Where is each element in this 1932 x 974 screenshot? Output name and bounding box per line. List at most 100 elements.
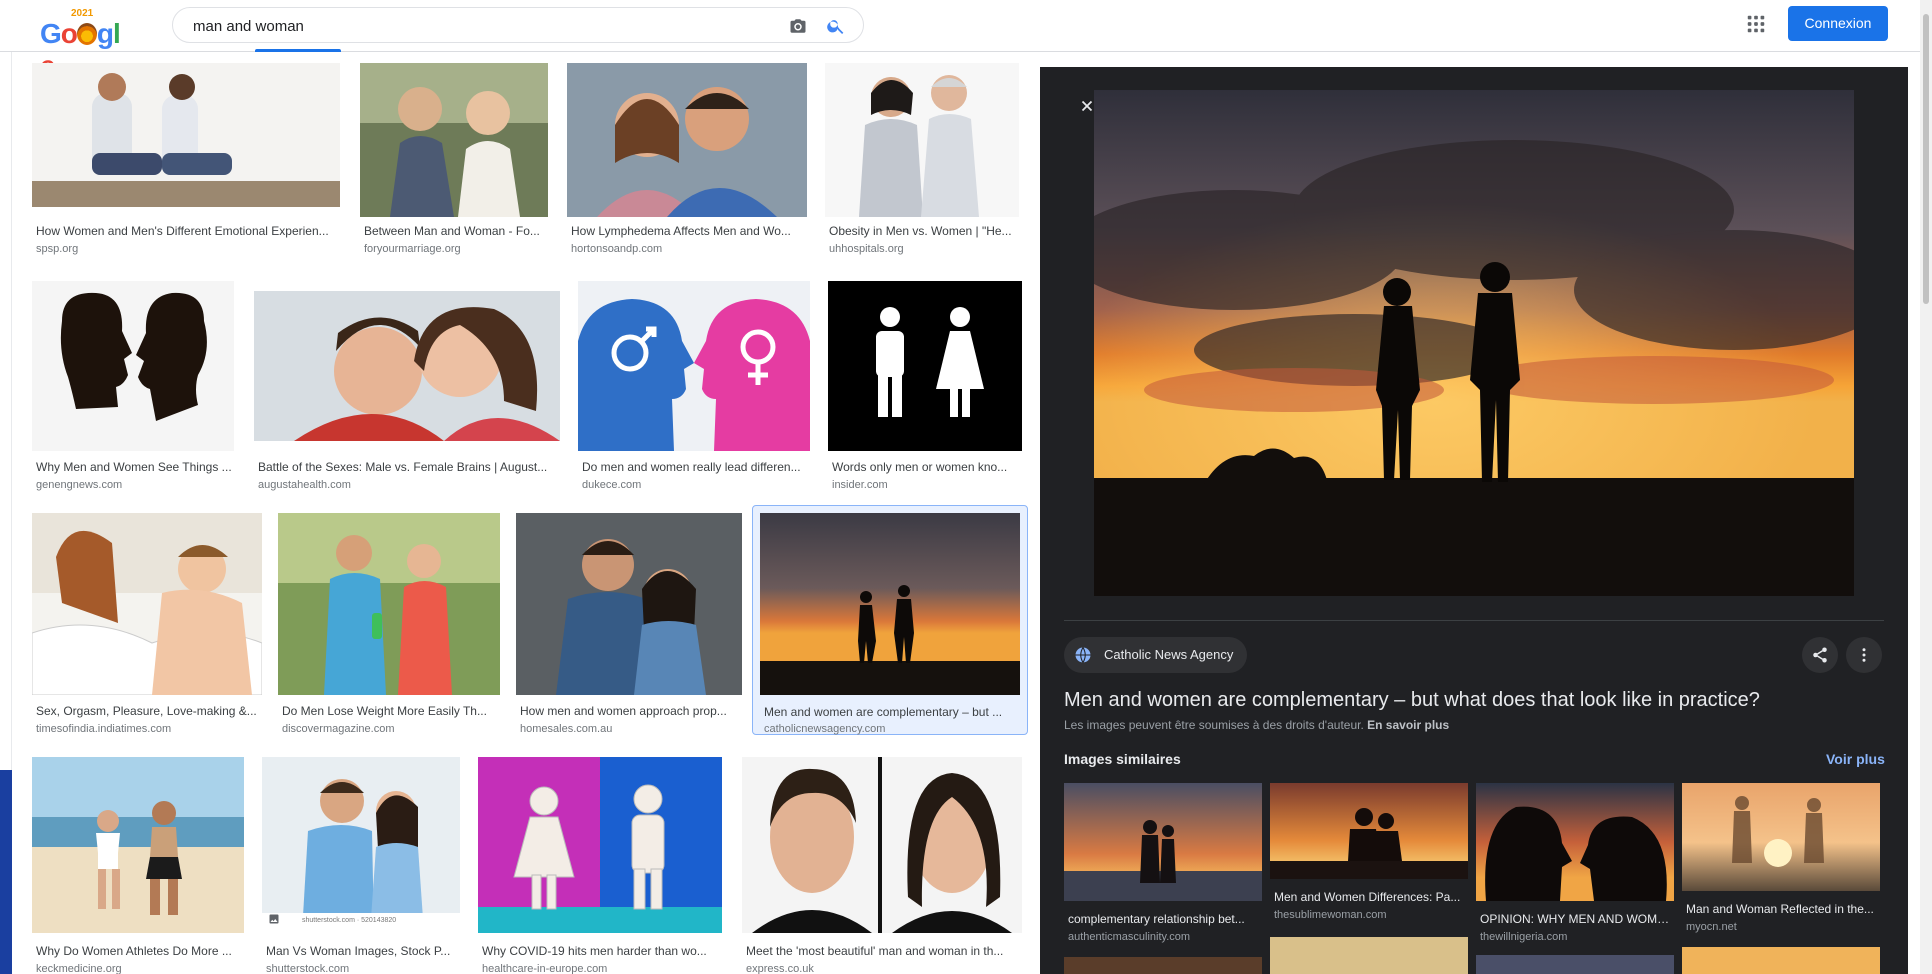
result-thumbnail[interactable]	[32, 281, 234, 451]
similar-thumbnail-partial[interactable]	[1476, 955, 1674, 974]
signin-button[interactable]: Connexion	[1788, 6, 1888, 41]
doodle-icon	[76, 23, 97, 45]
learn-more-link[interactable]: En savoir plus	[1367, 718, 1449, 732]
result-thumbnail[interactable]	[32, 63, 340, 207]
similar-image-card[interactable]: complementary relationship bet... authen…	[1064, 783, 1262, 963]
search-icon[interactable]	[826, 16, 846, 36]
similar-title[interactable]: complementary relationship bet...	[1068, 912, 1260, 927]
result-title[interactable]: Why Do Women Athletes Do More ...	[36, 943, 242, 959]
similar-source: thesublimewoman.com	[1274, 909, 1387, 921]
similar-thumbnail[interactable]	[1064, 783, 1262, 901]
result-card[interactable]: Words only men or women kno... insider.c…	[828, 281, 1022, 491]
similar-thumbnail-partial[interactable]	[1682, 947, 1880, 974]
result-card[interactable]: Why COVID-19 hits men harder than wo... …	[478, 757, 722, 974]
logo-letter: l	[113, 18, 121, 49]
share-button[interactable]	[1802, 637, 1838, 673]
similar-thumbnail[interactable]	[1682, 783, 1880, 891]
result-thumbnail[interactable]	[360, 63, 548, 217]
preview-panel: Catholic News Agency Men and women are c…	[1040, 67, 1908, 974]
result-title[interactable]: Why COVID-19 hits men harder than wo...	[482, 943, 720, 959]
result-thumbnail[interactable]	[478, 757, 722, 933]
more-vert-icon	[1862, 648, 1866, 662]
result-title[interactable]: Sex, Orgasm, Pleasure, Love-making &...	[36, 703, 260, 719]
similar-thumbnail-partial[interactable]	[1064, 957, 1262, 974]
result-source: shutterstock.com	[266, 963, 350, 974]
result-title[interactable]: Do men and women really lead differen...	[582, 459, 808, 475]
scrollbar-thumb[interactable]	[1923, 14, 1929, 304]
apps-grid-icon[interactable]	[1745, 13, 1767, 35]
result-thumbnail[interactable]: shutterstock.com · 520143820	[262, 757, 460, 933]
page-scrollbar[interactable]	[1920, 0, 1932, 974]
result-source: dukece.com	[582, 479, 642, 491]
similar-title[interactable]: Man and Woman Reflected in the...	[1686, 902, 1878, 917]
result-card[interactable]: Do men and women really lead differen...…	[578, 281, 810, 491]
page: 2021 Gogle Connexion How Women and Men's…	[0, 0, 1932, 974]
result-thumbnail[interactable]	[578, 281, 810, 451]
result-thumbnail[interactable]	[760, 513, 1020, 695]
result-title[interactable]: Man Vs Woman Images, Stock P...	[266, 943, 460, 959]
similar-image-card[interactable]: Man and Woman Reflected in the... myocn.…	[1682, 783, 1880, 963]
images-tab-indicator	[255, 49, 341, 52]
logo-letter: o	[60, 18, 78, 49]
result-title[interactable]: Words only men or women kno...	[832, 459, 1020, 475]
result-thumbnail[interactable]	[516, 513, 742, 695]
result-source: express.co.uk	[746, 963, 814, 974]
search-box	[172, 7, 864, 43]
similar-title[interactable]: Men and Women Differences: Pa...	[1274, 890, 1466, 905]
result-card[interactable]: Meet the 'most beautiful' man and woman …	[742, 757, 1024, 974]
source-name: Catholic News Agency	[1104, 647, 1234, 662]
panel-divider	[1064, 620, 1884, 621]
result-card[interactable]: Obesity in Men vs. Women | "He... uhhosp…	[825, 63, 1019, 259]
result-source: insider.com	[832, 479, 888, 491]
similar-thumbnail[interactable]	[1270, 783, 1468, 879]
result-title[interactable]: Why Men and Women See Things ...	[36, 459, 232, 475]
similar-thumbnail[interactable]	[1476, 783, 1674, 901]
result-card[interactable]: Sex, Orgasm, Pleasure, Love-making &... …	[32, 513, 262, 735]
result-card[interactable]: How Women and Men's Different Emotional …	[32, 63, 340, 259]
globe-icon	[1075, 647, 1091, 663]
result-card[interactable]: Battle of the Sexes: Male vs. Female Bra…	[254, 281, 560, 491]
similar-thumbnail-partial[interactable]	[1270, 937, 1468, 974]
result-thumbnail[interactable]	[828, 281, 1022, 451]
result-thumbnail[interactable]	[278, 513, 500, 695]
source-chip[interactable]: Catholic News Agency	[1064, 637, 1248, 673]
similar-image-card[interactable]: Men and Women Differences: Pa... thesubl…	[1270, 783, 1468, 963]
result-thumbnail[interactable]	[32, 757, 244, 933]
search-input[interactable]	[193, 16, 753, 36]
preview-title[interactable]: Men and women are complementary – but wh…	[1064, 687, 1884, 713]
similar-image-card[interactable]: OPINION: WHY MEN AND WOME... thewillnige…	[1476, 783, 1674, 963]
result-card[interactable]: Do Men Lose Weight More Easily Th... dis…	[278, 513, 500, 735]
result-thumbnail[interactable]	[254, 291, 560, 441]
result-source: spsp.org	[36, 243, 79, 255]
result-card[interactable]: How Lymphedema Affects Men and Wo... hor…	[567, 63, 807, 259]
result-thumbnail[interactable]	[567, 63, 807, 217]
see-more-link[interactable]: Voir plus	[1826, 751, 1885, 767]
result-title[interactable]: Battle of the Sexes: Male vs. Female Bra…	[258, 459, 558, 475]
result-title[interactable]: How Women and Men's Different Emotional …	[36, 223, 338, 239]
result-source: uhhospitals.org	[829, 243, 904, 255]
result-title[interactable]: Meet the 'most beautiful' man and woman …	[746, 943, 1022, 959]
result-title[interactable]: Do Men Lose Weight More Easily Th...	[282, 703, 498, 719]
result-title[interactable]: Men and women are complementary – but ..…	[764, 704, 1020, 720]
result-thumbnail[interactable]	[742, 757, 1022, 933]
header: 2021 Gogle Connexion	[0, 0, 1920, 81]
result-card[interactable]: How men and women approach prop... homes…	[516, 513, 742, 735]
result-card-selected[interactable]: Men and women are complementary – but ..…	[752, 505, 1028, 735]
result-title[interactable]: How men and women approach prop...	[520, 703, 740, 719]
similar-images-heading: Images similaires	[1064, 751, 1181, 767]
result-card[interactable]: Why Men and Women See Things ... genengn…	[32, 281, 234, 491]
result-thumbnail[interactable]	[32, 513, 262, 695]
google-doodle-logo[interactable]: 2021 Gogle	[40, 8, 126, 81]
result-card[interactable]: Why Do Women Athletes Do More ... keckme…	[32, 757, 244, 974]
result-title[interactable]: Between Man and Woman - Fo...	[364, 223, 546, 239]
preview-image[interactable]	[1094, 90, 1854, 596]
result-card[interactable]: shutterstock.com · 520143820 Man Vs Woma…	[262, 757, 462, 974]
result-title[interactable]: Obesity in Men vs. Women | "He...	[829, 223, 1017, 239]
similar-title[interactable]: OPINION: WHY MEN AND WOME...	[1480, 912, 1672, 927]
camera-icon[interactable]	[789, 17, 807, 35]
result-title[interactable]: How Lymphedema Affects Men and Wo...	[571, 223, 805, 239]
result-card[interactable]: Between Man and Woman - Fo... foryourmar…	[360, 63, 548, 259]
result-thumbnail[interactable]	[825, 63, 1019, 217]
result-source: homesales.com.au	[520, 723, 613, 735]
more-options-button[interactable]	[1846, 637, 1882, 673]
